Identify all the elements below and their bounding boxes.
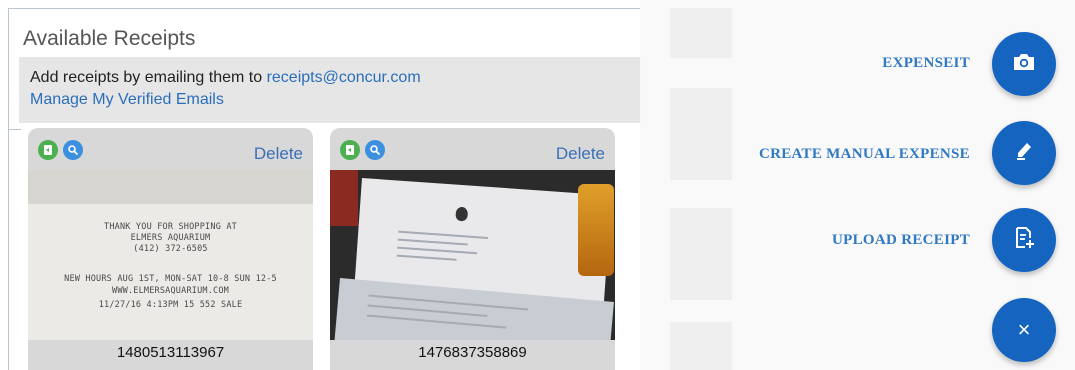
- upload-receipt-icon: [1013, 226, 1035, 255]
- upload-receipt-label[interactable]: UPLOAD RECEIPT: [832, 232, 970, 249]
- receipts-email-link[interactable]: receipts@concur.com: [267, 69, 421, 86]
- card-actions: [340, 140, 385, 160]
- printed-line: [397, 238, 468, 246]
- receipt-image[interactable]: [330, 170, 615, 340]
- receipt-card[interactable]: Delete 1476837358869: [330, 128, 615, 370]
- receipt-photo: [330, 170, 615, 340]
- receipt-line: (412) 372-6505: [133, 244, 208, 254]
- zoom-icon[interactable]: [63, 140, 83, 160]
- create-manual-expense-button[interactable]: [992, 121, 1056, 185]
- delete-receipt-link[interactable]: Delete: [556, 144, 605, 164]
- receipt-line: ELMERS AQUARIUM: [130, 233, 211, 243]
- camera-icon: [1011, 51, 1037, 78]
- printed-line: [367, 304, 488, 317]
- close-icon: ×: [1017, 317, 1031, 342]
- receipt-card[interactable]: Delete THANK YOU FOR SHOPPING AT ELMERS …: [28, 128, 313, 370]
- zoom-icon[interactable]: [365, 140, 385, 160]
- attach-icon[interactable]: [38, 140, 58, 160]
- email-instructions: Add receipts by emailing them to receipt…: [30, 69, 421, 87]
- pencil-icon: [1013, 140, 1035, 167]
- receipt-paper: THANK YOU FOR SHOPPING AT ELMERS AQUARIU…: [28, 170, 313, 340]
- dimmed-thumbnail: [670, 322, 732, 370]
- printed-line: [397, 246, 478, 255]
- email-instructions-text: Add receipts by emailing them to: [30, 69, 267, 86]
- dimmed-thumbnail: [670, 8, 732, 58]
- receipt-line: WWW.ELMERSAQUARIUM.COM: [112, 286, 229, 296]
- email-info-bar: Add receipts by emailing them to receipt…: [19, 57, 641, 123]
- attach-icon[interactable]: [340, 140, 360, 160]
- apple-logo-icon: [455, 206, 469, 222]
- receipt-id: 1476837358869: [418, 344, 527, 361]
- divider: [9, 129, 21, 130]
- close-menu-button[interactable]: ×: [992, 298, 1056, 362]
- create-manual-expense-label[interactable]: CREATE MANUAL EXPENSE: [759, 146, 970, 163]
- dimmed-thumbnail: [670, 208, 732, 300]
- card-actions: [38, 140, 83, 160]
- dimmed-thumbnail: [670, 88, 732, 180]
- receipt-line: THANK YOU FOR SHOPPING AT: [104, 222, 237, 232]
- expenseit-button[interactable]: [992, 32, 1056, 96]
- background-object: [578, 184, 614, 276]
- delete-receipt-link[interactable]: Delete: [254, 144, 303, 164]
- receipt-id: 1480513113967: [116, 344, 225, 361]
- receipt-line: NEW HOURS AUG 1ST, MON-SAT 10-8 SUN 12-5: [64, 274, 277, 284]
- receipt-image[interactable]: THANK YOU FOR SHOPPING AT ELMERS AQUARIU…: [28, 170, 313, 340]
- background-object: [330, 170, 358, 226]
- manage-verified-emails-link[interactable]: Manage My Verified Emails: [30, 91, 224, 109]
- printed-line: [398, 230, 489, 239]
- expenseit-label[interactable]: EXPENSEIT: [882, 55, 970, 72]
- upload-receipt-button[interactable]: [992, 208, 1056, 272]
- printed-line: [396, 254, 457, 261]
- paper-fold: [28, 170, 313, 204]
- panel-title: Available Receipts: [23, 27, 196, 50]
- receipt-line: 11/27/16 4:13PM 15 552 SALE: [98, 300, 243, 310]
